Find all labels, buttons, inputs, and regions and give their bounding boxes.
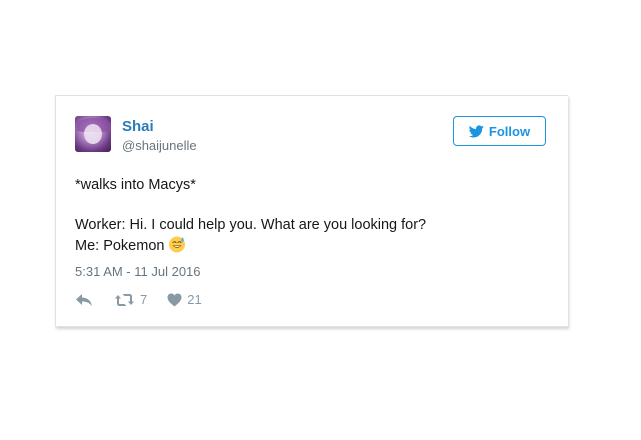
like-count: 21 <box>187 292 202 307</box>
like-button[interactable]: 21 <box>167 292 202 307</box>
reply-button[interactable] <box>75 293 93 307</box>
follow-button-label: Follow <box>488 123 531 139</box>
follow-button[interactable]: Follow <box>453 116 546 146</box>
tweet-line-gap <box>75 195 545 215</box>
reply-icon <box>76 293 92 306</box>
avatar-face <box>84 124 102 144</box>
grinning-sweat-emoji-icon <box>169 236 186 253</box>
tweet-line-3-wrap: Me: Pokemon <box>75 235 545 256</box>
tweet-text: *walks into Macys* Worker: Hi. I could h… <box>75 175 545 256</box>
tweet-line-1: *walks into Macys* <box>75 177 196 193</box>
user-handle[interactable]: @shaijunelle <box>122 138 197 153</box>
retweet-icon <box>115 293 134 306</box>
heart-icon <box>167 293 182 306</box>
tweet-timestamp[interactable]: 5:31 AM - 11 Jul 2016 <box>75 264 201 279</box>
user-name[interactable]: Shai <box>122 118 154 135</box>
page-canvas: Shai @shaijunelle Follow *walks into Mac… <box>0 0 641 440</box>
tweet-actions: 7 21 <box>75 292 202 307</box>
tweet-line-2: Worker: Hi. I could help you. What are y… <box>75 217 427 233</box>
retweet-button[interactable]: 7 <box>114 292 147 307</box>
twitter-bird-icon <box>468 124 484 137</box>
retweet-count: 7 <box>140 292 148 307</box>
avatar[interactable] <box>75 116 111 152</box>
tweet-card: Shai @shaijunelle Follow *walks into Mac… <box>55 95 568 327</box>
tweet-line-3: Me: Pokemon <box>75 238 165 254</box>
